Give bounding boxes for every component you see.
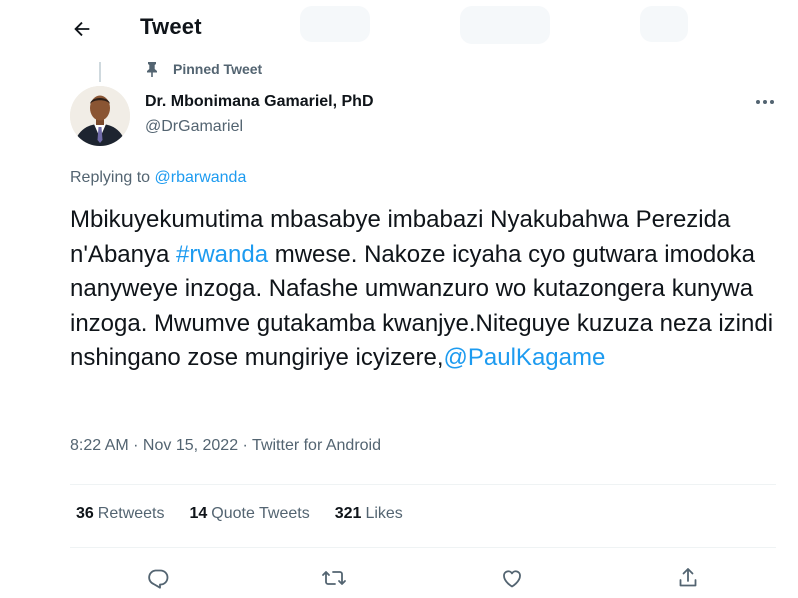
more-options-button[interactable] <box>752 92 778 112</box>
quote-tweets-stat[interactable]: 14 Quote Tweets <box>190 505 310 523</box>
retweet-icon <box>321 566 347 590</box>
tweet-header: Tweet <box>0 0 798 58</box>
more-icon <box>755 99 775 105</box>
likes-stat[interactable]: 321 Likes <box>335 505 403 523</box>
author-name[interactable]: Dr. Mbonimana Gamariel, PhD <box>145 93 374 111</box>
arrow-left-icon <box>71 18 93 40</box>
tweet-source[interactable]: Twitter for Android <box>252 437 381 454</box>
avatar[interactable] <box>70 86 130 146</box>
blurred-overlay <box>460 6 550 44</box>
retweets-count: 36 <box>76 505 94 522</box>
reply-button[interactable] <box>140 560 176 596</box>
blurred-overlay <box>300 6 370 42</box>
share-button[interactable] <box>670 560 706 596</box>
retweet-button[interactable] <box>316 560 352 596</box>
quote-tweets-count: 14 <box>189 505 208 522</box>
pinned-indicator: Pinned Tweet <box>145 61 262 77</box>
tweet-text: Mbikuyekumutima mbasabye imbabazi Nyakub… <box>70 203 790 376</box>
back-button[interactable] <box>62 10 102 48</box>
mention-link[interactable]: @PaulKagame <box>444 344 606 371</box>
pin-icon <box>145 61 159 77</box>
action-bar <box>70 560 776 596</box>
reply-prefix: Replying to <box>70 169 151 186</box>
reply-icon <box>146 566 170 590</box>
tweet-time[interactable]: 8:22 AM <box>70 437 129 454</box>
tweet-stats: 36 Retweets 14 Quote Tweets 321 Likes <box>76 505 403 523</box>
tweet-date[interactable]: Nov 15, 2022 <box>143 437 238 454</box>
divider <box>70 484 776 485</box>
pinned-label: Pinned Tweet <box>173 61 263 77</box>
retweets-stat[interactable]: 36 Retweets <box>76 505 165 523</box>
separator: · <box>128 437 143 454</box>
separator: · <box>238 437 253 454</box>
likes-label: Likes <box>365 505 403 522</box>
blurred-overlay <box>640 6 688 42</box>
quote-tweets-label: Quote Tweets <box>211 505 310 522</box>
reply-context: Replying to @rbarwanda <box>70 169 246 187</box>
reply-handle-link[interactable]: @rbarwanda <box>155 169 247 186</box>
retweets-label: Retweets <box>97 505 165 522</box>
thread-line <box>99 62 101 82</box>
divider <box>70 547 776 548</box>
page-title: Tweet <box>140 14 202 39</box>
tweet-meta: 8:22 AM · Nov 15, 2022 · Twitter for And… <box>70 437 381 455</box>
likes-count: 321 <box>334 505 362 522</box>
like-button[interactable] <box>494 560 530 596</box>
share-icon <box>676 566 700 590</box>
like-icon <box>500 566 524 590</box>
hashtag-link[interactable]: #rwanda <box>176 241 268 268</box>
author-handle[interactable]: @DrGamariel <box>145 118 243 136</box>
